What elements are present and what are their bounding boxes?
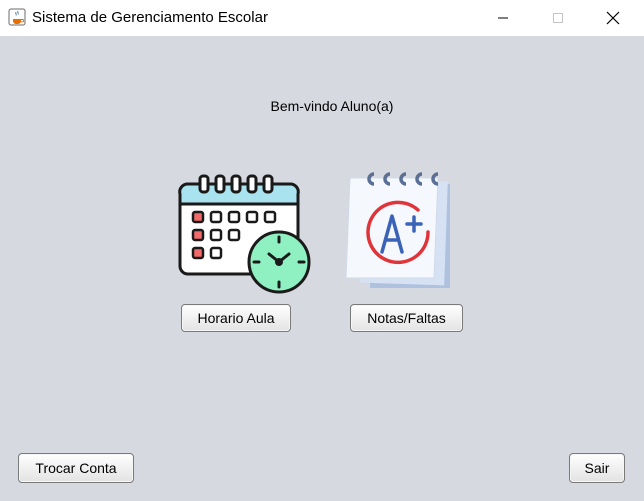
welcome-label: Bem-vindo Aluno(a) xyxy=(270,98,394,114)
close-icon xyxy=(606,11,620,25)
maximize-button[interactable] xyxy=(535,0,581,36)
notas-faltas-button[interactable]: Notas/Faltas xyxy=(350,304,463,332)
title-bar[interactable]: Sistema de Gerenciamento Escolar xyxy=(0,0,644,36)
maximize-icon xyxy=(553,13,563,23)
calendar-clock-icon xyxy=(178,174,311,294)
app-window: Sistema de Gerenciamento Escolar Bem-vin… xyxy=(0,0,644,501)
window-title: Sistema de Gerenciamento Escolar xyxy=(32,9,268,26)
close-button[interactable] xyxy=(590,0,636,36)
grades-notepad-icon xyxy=(345,172,450,288)
horario-aula-button[interactable]: Horario Aula xyxy=(181,304,291,332)
java-icon xyxy=(8,8,26,26)
trocar-conta-button[interactable]: Trocar Conta xyxy=(18,453,134,483)
sair-button[interactable]: Sair xyxy=(569,453,625,483)
minimize-button[interactable] xyxy=(480,0,526,36)
minimize-icon xyxy=(498,17,508,19)
